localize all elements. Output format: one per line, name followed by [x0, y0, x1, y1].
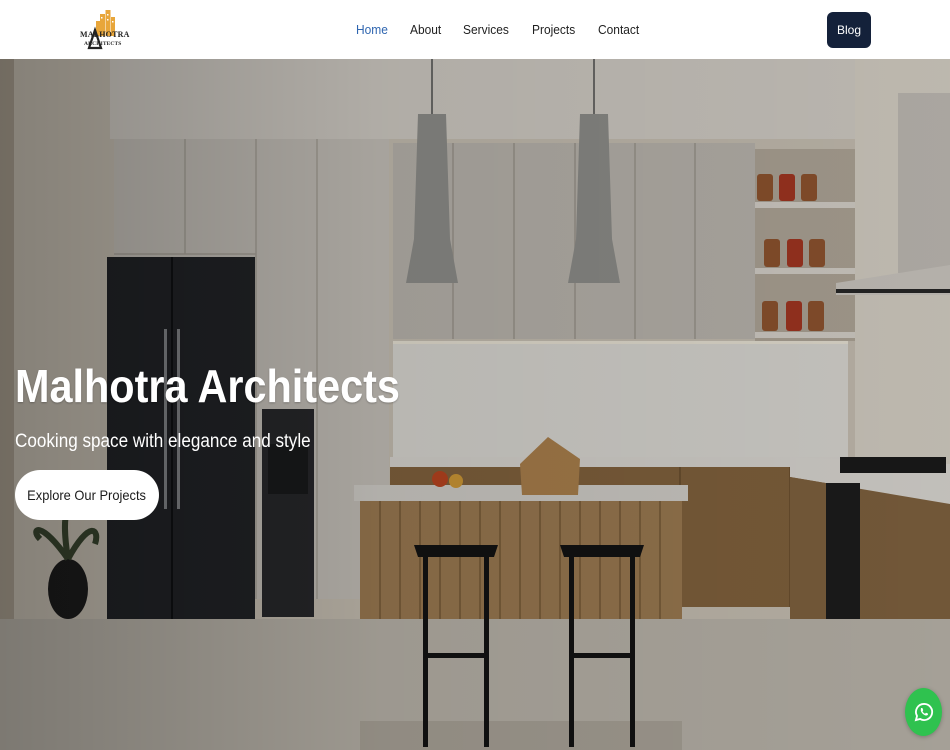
- logo-text-line1: MALHOTRA: [80, 30, 130, 39]
- brand-logo[interactable]: MALHOTRA ARCHITECTS: [80, 8, 129, 50]
- nav-contact[interactable]: Contact: [598, 22, 639, 37]
- blog-button[interactable]: Blog: [827, 12, 871, 48]
- nav-home[interactable]: Home: [356, 22, 388, 37]
- hero-subtitle: Cooking space with elegance and style: [15, 431, 311, 452]
- nav-services[interactable]: Services: [463, 22, 509, 37]
- main-nav: Home About Services Projects Contact: [356, 22, 661, 37]
- logo-text-line2: ARCHITECTS: [84, 41, 122, 47]
- whatsapp-icon: [914, 703, 933, 722]
- explore-projects-label: Explore Our Projects: [27, 487, 147, 503]
- whatsapp-chat-button[interactable]: [905, 688, 942, 736]
- hero-section: Malhotra Architects Cooking space with e…: [0, 59, 950, 750]
- nav-about[interactable]: About: [410, 22, 441, 37]
- site-header: MALHOTRA ARCHITECTS Home About Services …: [0, 0, 950, 59]
- nav-projects[interactable]: Projects: [532, 22, 575, 37]
- explore-projects-button[interactable]: Explore Our Projects: [15, 470, 159, 520]
- hero-title: Malhotra Architects: [15, 360, 400, 412]
